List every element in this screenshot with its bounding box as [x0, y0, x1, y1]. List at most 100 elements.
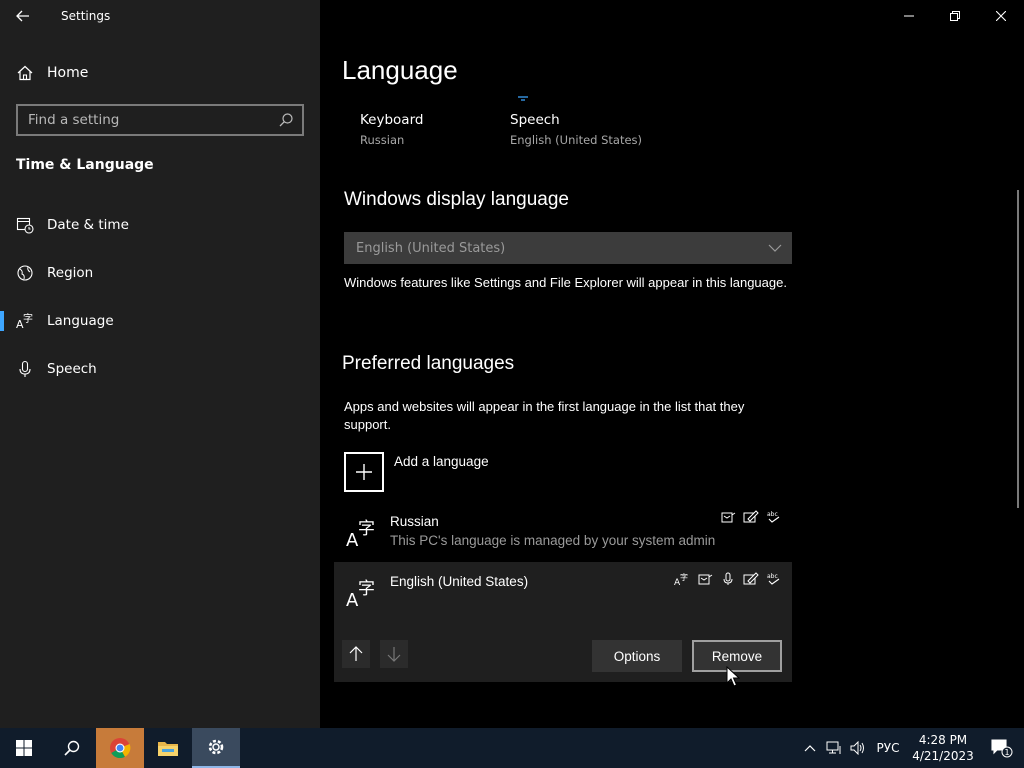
arrow-down-icon: [387, 647, 401, 662]
spellcheck-icon: abc: [766, 572, 782, 586]
search-icon[interactable]: [278, 112, 294, 128]
clock-time: 4:28 PM: [918, 733, 968, 747]
speech-value: English (United States): [510, 133, 643, 147]
spellcheck-icon: abc: [766, 510, 782, 524]
add-language-label: Add a language: [394, 454, 489, 469]
display-language-select[interactable]: English (United States): [344, 232, 792, 264]
keyboard-label: Keyboard: [360, 112, 424, 128]
chevron-up-icon: [804, 745, 816, 752]
restore-button[interactable]: [932, 0, 978, 32]
close-icon: [996, 11, 1006, 21]
sidebar-item-language[interactable]: A字 Language: [0, 301, 320, 341]
taskbar: РУС 4:28 PM 4/21/2023 1: [0, 728, 1024, 768]
notification-icon: 1: [991, 739, 1013, 758]
move-down-button[interactable]: [380, 640, 408, 668]
language-features: A字 abc: [674, 572, 782, 586]
sidebar: Settings Home Time & Language Date & tim…: [0, 0, 320, 728]
add-box: [344, 452, 384, 492]
language-icon: A字: [16, 312, 34, 330]
taskbar-search-button[interactable]: [48, 728, 96, 768]
language-name: Russian: [390, 514, 439, 529]
add-language-button[interactable]: Add a language: [344, 452, 489, 492]
arrow-up-icon: [349, 646, 363, 661]
globe-icon: [16, 264, 34, 282]
sidebar-item-label: Language: [47, 313, 114, 329]
input-language-indicator[interactable]: РУС: [870, 728, 906, 768]
sidebar-item-label: Speech: [47, 361, 97, 377]
svg-text:字: 字: [680, 572, 688, 582]
system-tray: РУС 4:28 PM 4/21/2023 1: [798, 728, 1024, 768]
svg-text:字: 字: [23, 312, 33, 325]
chrome-taskbar-button[interactable]: [96, 728, 144, 768]
handwriting-icon: [743, 510, 759, 524]
language-glyph-icon: A字: [346, 519, 375, 548]
options-button[interactable]: Options: [592, 640, 682, 672]
start-button[interactable]: [0, 728, 48, 768]
language-features: abc: [720, 510, 782, 524]
speech-shortcut[interactable]: Speech English (United States): [510, 112, 642, 147]
settings-taskbar-button[interactable]: [192, 728, 240, 768]
clock-date: 4/21/2023: [912, 749, 974, 763]
close-button[interactable]: [978, 0, 1024, 32]
display-language-feature-icon: A字: [674, 572, 690, 586]
window-controls: [886, 0, 1024, 32]
main-content: Language Keyboard Russian Speech English…: [320, 0, 1024, 728]
scrollbar[interactable]: [1017, 190, 1019, 508]
language-item-russian[interactable]: A字 Russian This PC's language is managed…: [334, 504, 792, 560]
restore-icon: [950, 11, 960, 21]
action-center-button[interactable]: 1: [980, 728, 1024, 768]
text-to-speech-icon: [697, 572, 713, 586]
clock[interactable]: 4:28 PM 4/21/2023: [906, 732, 980, 764]
notification-count: 1: [1004, 748, 1009, 757]
volume-button[interactable]: [846, 728, 870, 768]
show-hidden-icons-button[interactable]: [798, 728, 822, 768]
preferred-languages-description: Apps and websites will appear in the fir…: [344, 399, 745, 432]
sidebar-item-speech[interactable]: Speech: [0, 349, 320, 389]
minimize-icon: [904, 15, 914, 17]
search-icon: [64, 740, 80, 756]
back-button[interactable]: [0, 0, 46, 32]
chrome-icon: [110, 738, 131, 759]
sidebar-item-region[interactable]: Region: [0, 253, 320, 293]
file-explorer-taskbar-button[interactable]: [144, 728, 192, 768]
speech-label: Speech: [510, 112, 560, 128]
network-button[interactable]: [822, 728, 846, 768]
page-title: Language: [342, 55, 458, 85]
home-label: Home: [47, 65, 89, 81]
chevron-down-icon: [768, 244, 782, 252]
keyboard-shortcut[interactable]: Keyboard Russian: [360, 112, 423, 147]
display-language-description: Windows features like Settings and File …: [344, 275, 787, 290]
back-arrow-icon: [16, 10, 29, 22]
svg-text:字: 字: [358, 519, 375, 539]
svg-text:字: 字: [358, 579, 375, 599]
titlebar: Settings: [0, 0, 320, 32]
home-nav[interactable]: Home: [16, 62, 88, 84]
preferred-languages-heading: Preferred languages: [342, 353, 515, 374]
display-language-heading: Windows display language: [344, 189, 569, 210]
minimize-button[interactable]: [886, 0, 932, 32]
app-title: Settings: [61, 9, 111, 23]
speaker-icon: [850, 741, 864, 755]
display-language-value: English (United States): [356, 240, 506, 256]
language-note: This PC's language is managed by your sy…: [390, 533, 716, 548]
language-name: English (United States): [390, 574, 529, 589]
search-box[interactable]: [16, 104, 304, 136]
home-icon: [17, 65, 33, 81]
speech-recognition-icon: [720, 572, 736, 586]
svg-text:abc: abc: [767, 511, 778, 518]
move-up-button[interactable]: [342, 640, 370, 668]
sidebar-item-date-time[interactable]: Date & time: [0, 205, 320, 245]
speech-shortcut-icon: [518, 96, 528, 101]
handwriting-icon: [743, 572, 759, 586]
calendar-clock-icon: [16, 216, 34, 234]
search-input[interactable]: [28, 112, 278, 128]
sidebar-item-label: Date & time: [47, 217, 129, 233]
text-to-speech-icon: [720, 510, 736, 524]
language-item-english[interactable]: A字 English (United States) A字 abc Option…: [334, 562, 792, 682]
windows-logo-icon: [16, 740, 32, 756]
network-icon: [826, 741, 841, 754]
gear-icon: [208, 739, 224, 755]
svg-text:abc: abc: [767, 573, 778, 580]
folder-icon: [158, 742, 178, 756]
mouse-cursor-icon: [726, 666, 740, 687]
